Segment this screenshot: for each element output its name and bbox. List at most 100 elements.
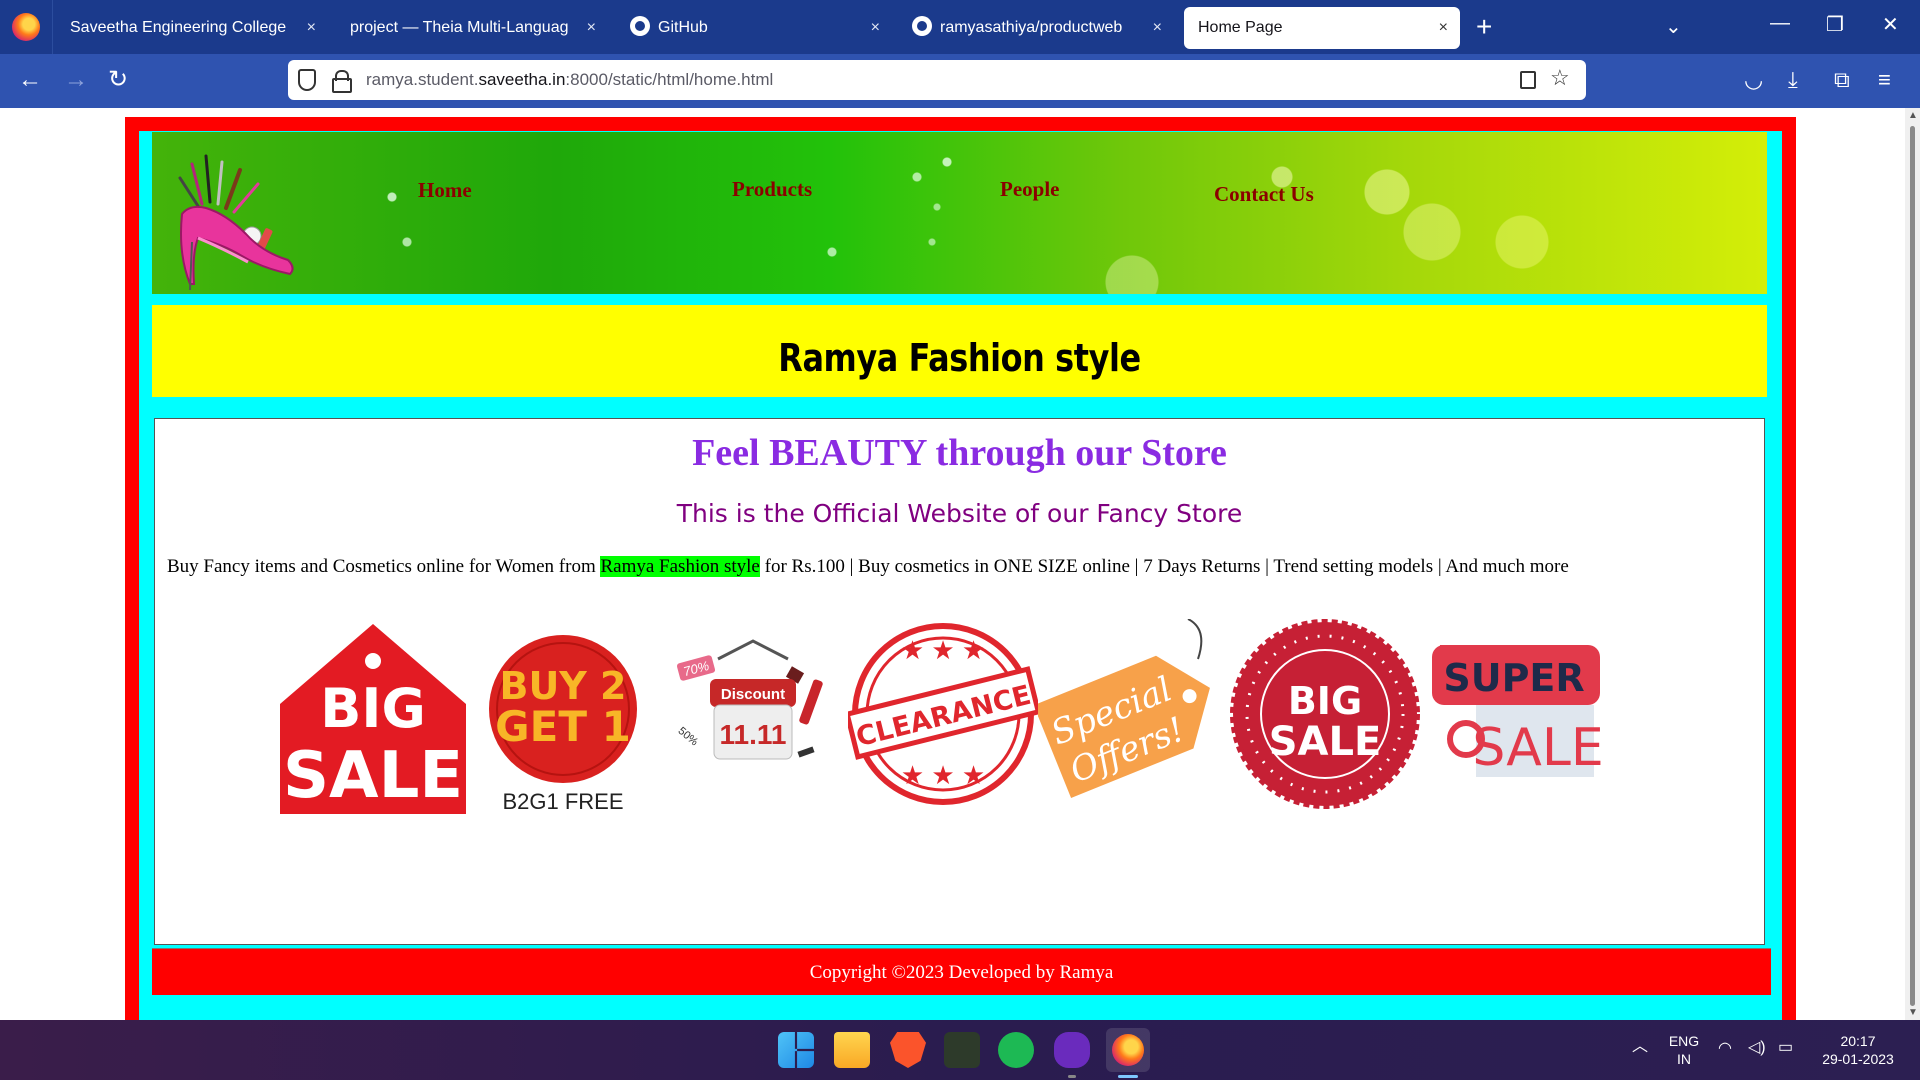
clearance-stamp-badge: ★ ★ ★ ★ ★ ★ CLEARANCE [848,623,1038,805]
restore-icon[interactable]: ❐ [1826,12,1844,37]
tab-close-icon[interactable]: × [1153,7,1162,49]
svg-text:50%: 50% [676,725,701,748]
big-sale-tag-badge: BIG SALE [280,624,466,814]
svg-text:70%: 70% [682,658,711,679]
svg-text:BIG: BIG [1288,679,1362,723]
vertical-scrollbar[interactable]: ▲ ▼ [1905,108,1920,1020]
high-heel-cosmetics-logo [178,154,294,291]
wifi-icon[interactable]: ◠ [1718,1040,1732,1058]
svg-text:SUPER: SUPER [1443,656,1584,700]
github-icon [912,15,932,36]
tab-home-page[interactable]: Home Page × [1184,7,1460,49]
page-footer: Copyright ©2023 Developed by Ramya [152,948,1771,995]
mask-app-icon[interactable] [1054,1032,1090,1068]
firefox-taskbar-button[interactable] [1106,1028,1150,1072]
inner-cyan-frame: Home Products People Contact Us Ramya Fa… [139,131,1782,1020]
forward-icon[interactable]: → [64,66,88,94]
tab-close-icon[interactable]: × [307,7,316,49]
svg-text:Discount: Discount [721,686,785,703]
scroll-down-icon[interactable]: ▼ [1908,1007,1918,1018]
insecure-lock-icon[interactable] [332,70,352,93]
subtitle-heading: This is the Official Website of our Fanc… [676,499,1243,528]
svg-text:B2G1 FREE: B2G1 FREE [502,789,623,814]
show-hidden-icons-icon[interactable]: ︿ [1632,1038,1648,1056]
store-description: Buy Fancy items and Cosmetics online for… [167,556,1569,577]
site-title-box: Ramya Fashion style [152,305,1767,397]
volume-icon[interactable]: ◁) [1748,1039,1766,1057]
language-indicator[interactable]: ENG IN [1666,1032,1702,1068]
tab-title: ramyasathiya/productweb [940,19,1123,36]
app-running-indicator [1068,1075,1076,1078]
bookmark-star-icon[interactable]: ☆ [1550,65,1570,91]
tab-title: project — Theia Multi-Language Ex [350,19,568,36]
svg-text:SALE: SALE [1269,719,1382,765]
scroll-up-icon[interactable]: ▲ [1908,110,1918,121]
tab-close-icon[interactable]: × [1439,7,1448,49]
outer-red-frame: Home Products People Contact Us Ramya Fa… [125,117,1796,1020]
tab-close-icon[interactable]: × [587,7,596,49]
discount-11-11-badge: 70% 50% Discount 11.11 [676,639,823,760]
tagline-heading: Feel BEAUTY through our Store [692,432,1227,474]
new-tab-button[interactable]: + [1476,10,1492,44]
address-bar[interactable]: ramya.student.saveetha.in:8000/static/ht… [288,60,1586,100]
super-sale-badge: SUPER SALE [1432,645,1604,778]
tab-bar: Saveetha Engineering College × project —… [0,0,1920,54]
copyright-text: Copyright ©2023 Developed by Ramya [809,962,1114,983]
special-offers-tag-badge: Special Offers! [1038,619,1210,798]
github-icon [630,15,650,36]
main-content: Feel BEAUTY through our Store This is th… [154,418,1765,945]
list-all-tabs-icon[interactable]: ⌄ [1665,14,1682,39]
brave-browser-icon[interactable] [890,1032,926,1068]
offer-badges: BIG SALE BUY 2 GET 1 B2G1 FREE 70% 50% D… [155,619,1764,819]
tab-title: GitHub [658,19,708,36]
svg-text:BIG: BIG [320,677,426,740]
nav-link-home[interactable]: Home [418,178,472,203]
firefox-menu-icon[interactable] [12,13,40,41]
minimize-icon[interactable]: — [1770,12,1790,35]
tab-title: Saveetha Engineering College [70,19,287,36]
tracking-shield-icon[interactable] [298,69,316,91]
language-code: ENG [1668,1033,1700,1049]
windows-start-icon[interactable] [778,1032,814,1068]
back-icon[interactable]: ← [18,66,42,94]
buy-2-get-1-badge: BUY 2 GET 1 B2G1 FREE [489,635,637,814]
reload-icon[interactable]: ↻ [108,66,128,94]
nav-link-people[interactable]: People [1000,177,1059,202]
tab-productweb[interactable]: ramyasathiya/productweb × [898,7,1174,49]
clock-date: 29-01-2023 [1822,1051,1894,1067]
battery-icon[interactable]: ▭ [1778,1039,1793,1057]
file-explorer-icon[interactable] [834,1032,870,1068]
svg-text:SALE: SALE [1472,718,1603,778]
tab-close-icon[interactable]: × [871,7,880,49]
url-text[interactable]: ramya.student.saveetha.in:8000/static/ht… [366,60,773,100]
firefox-icon [1112,1034,1144,1066]
nav-link-contact-us[interactable]: Contact Us [1214,182,1314,207]
svg-text:SALE: SALE [283,739,463,813]
highlighted-store-name: Ramya Fashion style [600,556,760,577]
header-banner: Home Products People Contact Us [152,132,1767,294]
spotify-icon[interactable] [998,1032,1034,1068]
reader-view-icon[interactable] [1520,71,1536,89]
clock-time: 20:17 [1840,1033,1876,1049]
window-close-icon[interactable]: ✕ [1882,12,1899,37]
nav-link-products[interactable]: Products [732,177,812,202]
tab-saveetha[interactable]: Saveetha Engineering College × [56,7,328,49]
page-viewport: Home Products People Contact Us Ramya Fa… [0,108,1905,1020]
app-menu-icon[interactable]: ≡ [1878,66,1891,94]
tab-github[interactable]: GitHub × [616,7,892,49]
svg-text:GET 1: GET 1 [495,702,631,751]
pocket-icon[interactable]: ◡ [1744,66,1763,94]
svg-text:11.11: 11.11 [720,719,787,750]
tab-theia-project[interactable]: project — Theia Multi-Language Ex × [336,7,608,49]
tab-separator [52,0,53,54]
downloads-icon[interactable]: ⤓ [1788,66,1798,94]
scrollbar-thumb[interactable] [1910,126,1915,1006]
big-sale-seal-badge: BIG SALE [1230,619,1420,809]
game-app-icon[interactable] [944,1032,980,1068]
active-app-indicator [1118,1075,1138,1078]
region-code: IN [1677,1051,1691,1067]
svg-text:★ ★ ★: ★ ★ ★ [901,760,985,790]
extensions-icon[interactable]: ⧉ [1834,66,1850,94]
windows-taskbar: ︿ ENG IN ◠ ◁) ▭ 20:17 29-01-2023 [0,1020,1920,1080]
clock[interactable]: 20:17 29-01-2023 [1812,1032,1904,1068]
